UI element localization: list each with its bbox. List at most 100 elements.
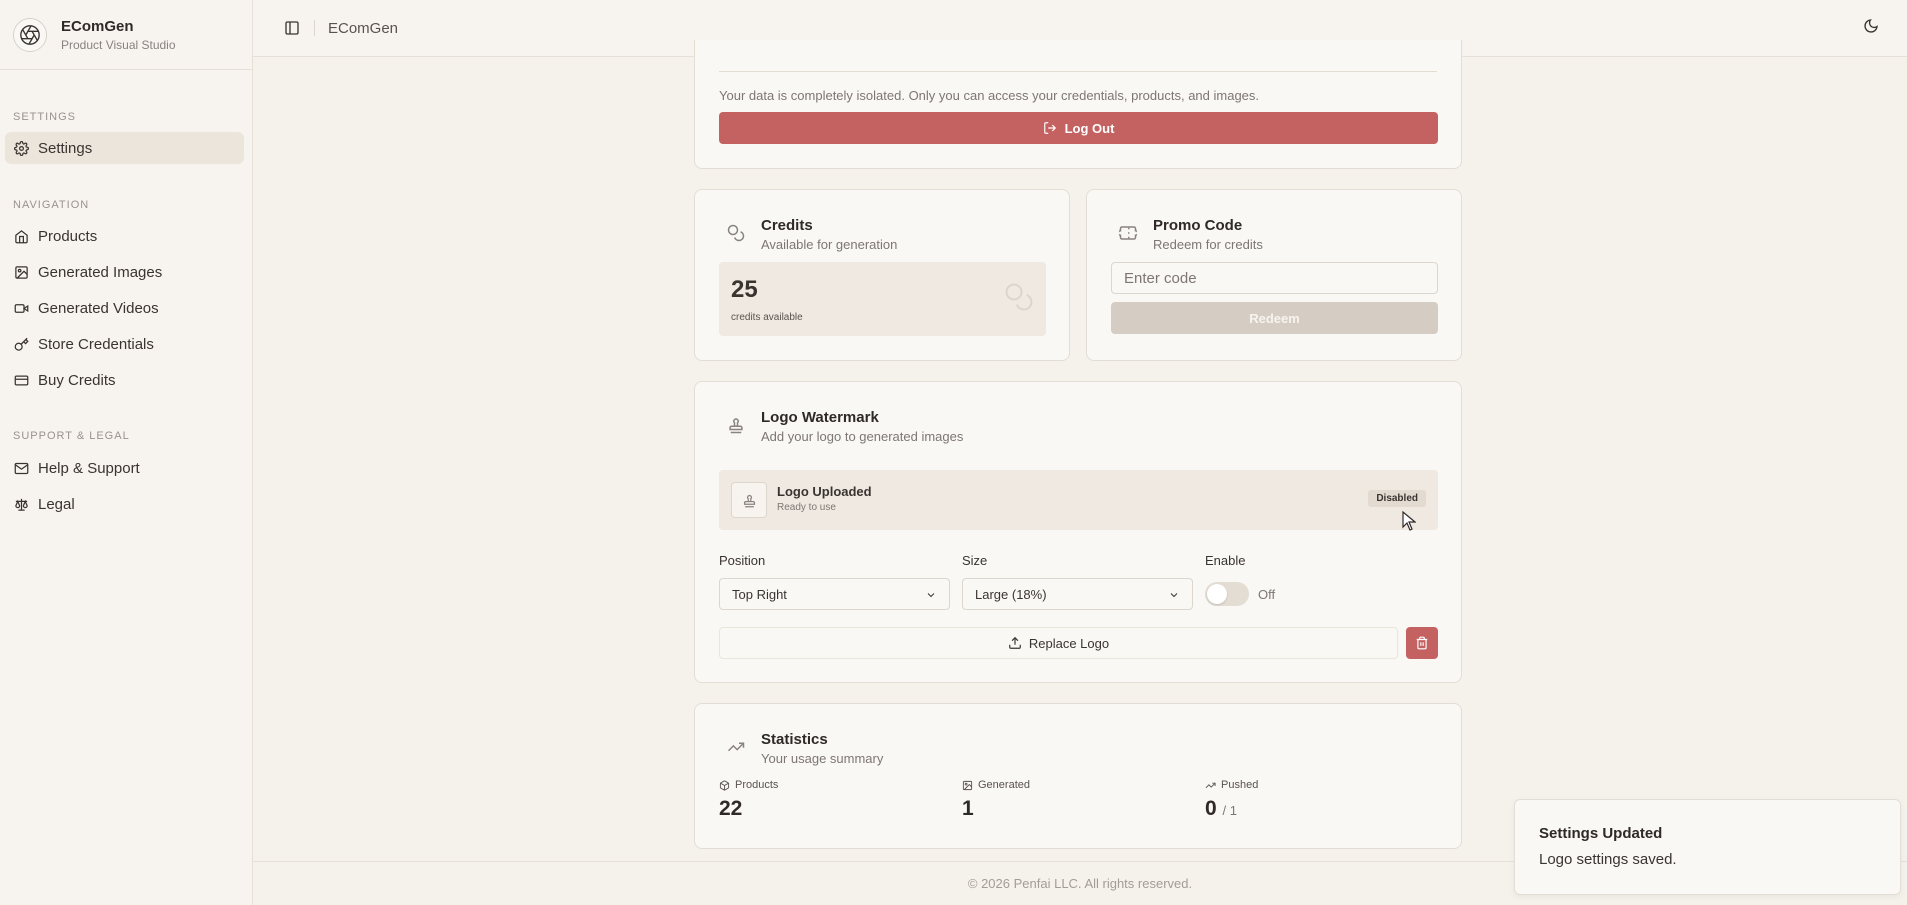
trending-up-icon	[1205, 782, 1216, 788]
promo-subtitle: Redeem for credits	[1153, 237, 1263, 252]
sidebar-item-label: Help & Support	[38, 459, 140, 477]
pushed-total: / 1	[1222, 803, 1237, 818]
position-label: Position	[719, 553, 766, 568]
image-icon	[962, 780, 973, 790]
package-icon	[719, 779, 730, 791]
logo-status-subtitle: Ready to use	[777, 502, 836, 513]
home-icon	[15, 229, 28, 243]
toast-message: Logo settings saved.	[1539, 851, 1677, 868]
statistics-subtitle: Your usage summary	[761, 751, 884, 766]
stat-generated-label: Generated	[962, 779, 1030, 791]
chevron-down-icon	[1170, 593, 1178, 598]
promo-code-input[interactable]: Enter code	[1111, 262, 1438, 294]
sidebar-item-label: Generated Videos	[38, 299, 159, 317]
size-label: Size	[962, 553, 988, 568]
brand-name: EComGen	[61, 17, 134, 35]
upload-icon	[1009, 636, 1021, 649]
section-label-navigation: NAVIGATION	[13, 199, 90, 211]
sidebar-item-legal[interactable]: Legal	[5, 488, 244, 520]
enable-label: Enable	[1205, 553, 1246, 568]
coins-watermark-icon	[1005, 283, 1033, 311]
mouse-pointer-icon	[1402, 511, 1416, 531]
key-icon	[14, 337, 29, 351]
toast-title: Settings Updated	[1539, 825, 1663, 842]
toast-notification[interactable]: Settings Updated Logo settings saved.	[1514, 799, 1901, 895]
coins-icon	[727, 224, 745, 242]
sidebar-item-label: Store Credentials	[38, 335, 154, 353]
credits-value: 25	[731, 276, 758, 303]
log-out-icon	[1043, 122, 1056, 134]
enable-state: Off	[1258, 587, 1276, 602]
logout-label: Log Out	[1064, 120, 1115, 136]
statistics-card: Statistics Your usage summary Products 2…	[694, 703, 1462, 849]
position-select[interactable]: Top Right	[719, 578, 950, 610]
promo-card: Promo Code Redeem for credits Enter code…	[1086, 189, 1462, 361]
credits-card: Credits Available for generation 25 cred…	[694, 189, 1070, 361]
credit-card-icon	[14, 375, 29, 385]
section-label-support: SUPPORT & LEGAL	[13, 430, 130, 442]
credits-title: Credits	[761, 217, 813, 234]
stat-pushed-label: Pushed	[1205, 779, 1258, 791]
sidebar-item-label: Settings	[38, 139, 93, 157]
logout-button[interactable]: Log Out	[719, 112, 1438, 144]
image-icon	[15, 265, 28, 279]
size-value: Large (18%)	[975, 586, 1047, 602]
status-badge: Disabled	[1368, 490, 1426, 507]
stat-products-value: 22	[719, 797, 743, 820]
logo-thumbnail	[731, 482, 767, 518]
sidebar-item-label: Legal	[38, 495, 75, 513]
sidebar-item-products[interactable]: Products	[5, 220, 244, 252]
size-select[interactable]: Large (18%)	[962, 578, 1193, 610]
moon-icon	[1864, 19, 1878, 33]
toggle-knob	[1207, 584, 1227, 604]
sidebar-item-generated-images[interactable]: Generated Images	[5, 256, 244, 288]
statistics-title: Statistics	[761, 731, 828, 748]
theme-toggle-button[interactable]	[1863, 18, 1883, 38]
brand[interactable]: EComGen Product Visual Studio	[0, 0, 252, 70]
topbar-divider	[314, 20, 315, 36]
sidebar-item-buy-credits[interactable]: Buy Credits	[5, 364, 244, 396]
scale-icon	[15, 498, 28, 511]
mail-icon	[14, 462, 29, 474]
watermark-subtitle: Add your logo to generated images	[761, 429, 964, 444]
logo-status-title: Logo Uploaded	[777, 484, 872, 499]
sidebar-item-store-credentials[interactable]: Store Credentials	[5, 328, 244, 360]
stat-pushed-value: 0 / 1	[1205, 797, 1237, 821]
brand-subtitle: Product Visual Studio	[61, 37, 176, 52]
delete-logo-button[interactable]	[1406, 627, 1438, 659]
sidebar: EComGen Product Visual Studio SETTINGS S…	[0, 0, 253, 905]
position-value: Top Right	[732, 586, 787, 602]
logo-status-panel: Logo Uploaded Ready to use Disabled	[719, 470, 1438, 530]
credits-balance-box: 25 credits available	[719, 262, 1046, 336]
sidebar-item-help-support[interactable]: Help & Support	[5, 452, 244, 484]
page-title: EComGen	[328, 19, 399, 37]
sidebar-toggle-button[interactable]	[283, 19, 301, 37]
redeem-button[interactable]: Redeem	[1111, 302, 1438, 334]
enable-toggle[interactable]	[1205, 582, 1249, 606]
gear-icon	[14, 140, 29, 156]
privacy-note: Your data is completely isolated. Only y…	[719, 88, 1260, 103]
trending-up-icon	[727, 742, 745, 752]
aperture-logo-icon	[13, 17, 47, 52]
chevron-down-icon	[927, 593, 935, 598]
replace-logo-button[interactable]: Replace Logo	[719, 627, 1398, 659]
divider	[719, 71, 1437, 72]
panel-left-icon	[285, 21, 299, 35]
section-label-settings: SETTINGS	[13, 111, 77, 123]
sidebar-item-label: Generated Images	[38, 263, 163, 281]
pushed-count: 0	[1205, 797, 1217, 820]
stat-label-text: Products	[735, 779, 779, 791]
sidebar-item-generated-videos[interactable]: Generated Videos	[5, 292, 244, 324]
credits-subtitle: Available for generation	[761, 237, 898, 252]
sidebar-item-settings[interactable]: Settings	[5, 132, 244, 164]
stat-label-text: Generated	[978, 779, 1030, 791]
trash-icon	[1416, 636, 1428, 650]
sidebar-item-label: Buy Credits	[38, 371, 116, 389]
promo-title: Promo Code	[1153, 217, 1243, 234]
video-icon	[14, 303, 29, 313]
stamp-icon	[743, 494, 755, 507]
credits-caption: credits available	[731, 312, 803, 323]
ticket-icon	[1119, 226, 1137, 240]
stat-generated-value: 1	[962, 797, 974, 820]
stat-label-text: Pushed	[1221, 779, 1259, 791]
